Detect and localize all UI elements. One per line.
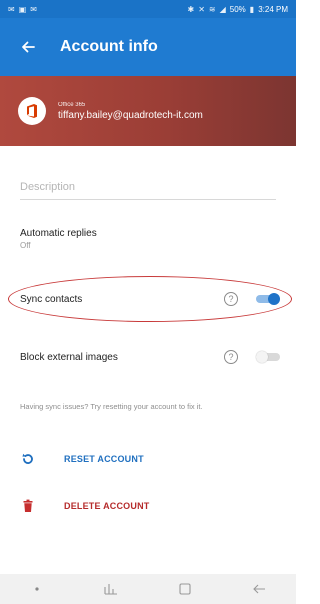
- arrow-left-icon: [22, 41, 35, 53]
- reset-icon: [20, 451, 36, 467]
- account-email: tiffany.bailey@quadrotech-it.com: [58, 109, 203, 121]
- battery-icon: ▮: [249, 4, 255, 14]
- status-bar: ✉ ▣ ✉ ✱ ✕ ≋ ◢ 50% ▮ 3:24 PM: [0, 0, 296, 18]
- help-icon[interactable]: ?: [224, 292, 238, 306]
- reset-account-button[interactable]: RESET ACCOUNT: [20, 451, 144, 467]
- delete-account-button[interactable]: DELETE ACCOUNT: [20, 498, 149, 514]
- clock: 3:24 PM: [258, 4, 288, 14]
- reset-account-label: RESET ACCOUNT: [64, 454, 144, 464]
- back-button[interactable]: [14, 33, 42, 61]
- dot-icon: [35, 587, 39, 591]
- block-external-images-row: Block external images ?: [20, 346, 282, 368]
- status-left-icons: ✉ ▣ ✉: [8, 5, 37, 14]
- sync-contacts-controls: ?: [224, 292, 282, 306]
- block-external-images-controls: ?: [224, 350, 282, 364]
- home-button[interactable]: [170, 578, 200, 600]
- image-notification-icon: ▣: [18, 4, 27, 14]
- nfc-icon: ✱: [187, 4, 195, 14]
- toggle-knob: [256, 351, 268, 363]
- automatic-replies-status: Off: [20, 241, 31, 250]
- sync-contacts-toggle[interactable]: [256, 293, 280, 305]
- wifi-icon: ≋: [208, 4, 216, 14]
- account-info: Office 365 tiffany.bailey@quadrotech-it.…: [58, 102, 203, 121]
- signal-icon: ◢: [219, 4, 226, 14]
- recent-apps-button[interactable]: [96, 578, 126, 600]
- toggle-knob: [268, 293, 280, 305]
- notification-icon: ✉: [8, 4, 15, 14]
- back-nav-button[interactable]: [244, 578, 274, 600]
- recent-apps-icon: [104, 584, 117, 595]
- mute-icon: ✕: [198, 4, 205, 14]
- office-logo-icon: [18, 97, 46, 125]
- assist-dot-button[interactable]: [22, 578, 52, 600]
- description-input[interactable]: [20, 174, 276, 200]
- trash-icon: [20, 498, 36, 514]
- help-icon[interactable]: ?: [224, 350, 238, 364]
- block-external-images-label: Block external images: [20, 351, 118, 363]
- block-external-images-toggle[interactable]: [256, 351, 280, 363]
- back-arrow-icon: [253, 584, 265, 594]
- sync-contacts-label: Sync contacts: [20, 293, 83, 305]
- account-type: Office 365: [58, 101, 86, 108]
- mail-notification-icon: ✉: [30, 4, 37, 14]
- page-title: Account info: [60, 38, 158, 55]
- sync-issues-hint: Having sync issues? Try resetting your a…: [20, 402, 203, 411]
- app-bar: Account info: [0, 18, 296, 76]
- automatic-replies-title: Automatic replies: [20, 228, 97, 239]
- automatic-replies-row[interactable]: Automatic replies Off: [20, 228, 282, 258]
- account-banner: Office 365 tiffany.bailey@quadrotech-it.…: [0, 76, 296, 146]
- delete-account-label: DELETE ACCOUNT: [64, 501, 150, 511]
- battery-percent: 50%: [229, 4, 246, 14]
- home-square-icon: [179, 583, 191, 595]
- status-right-icons: ✱ ✕ ≋ ◢ 50% ▮ 3:24 PM: [188, 5, 288, 14]
- sync-contacts-row: Sync contacts ?: [20, 288, 282, 310]
- system-nav-bar: [0, 574, 296, 604]
